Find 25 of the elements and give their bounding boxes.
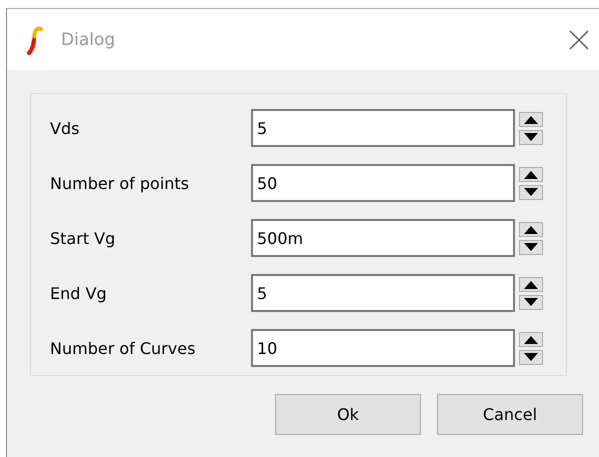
spin-down-icon[interactable] <box>519 130 543 144</box>
spin-up-icon[interactable] <box>519 112 543 126</box>
spin-up-icon[interactable] <box>519 222 543 236</box>
window-title: Dialog <box>61 30 116 50</box>
input-field[interactable]: 50 <box>251 164 515 202</box>
field-label: End Vg <box>50 284 108 302</box>
input-field[interactable]: 500m <box>251 219 515 257</box>
field-label: Number of points <box>50 174 190 192</box>
spin-down-icon[interactable] <box>519 240 543 254</box>
spin-down-icon[interactable] <box>519 294 543 310</box>
ok-button[interactable]: Ok <box>275 394 421 435</box>
field-label: Vds <box>50 118 80 138</box>
spin-down-icon[interactable] <box>519 350 543 364</box>
input-field[interactable]: 10 <box>251 329 515 367</box>
close-icon[interactable] <box>569 30 589 50</box>
input-field[interactable]: 5 <box>251 274 515 312</box>
spin-up-icon[interactable] <box>519 332 543 346</box>
app-logo-icon <box>27 24 43 54</box>
spin-up-icon[interactable] <box>519 276 543 292</box>
spin-up-icon[interactable] <box>519 166 543 182</box>
cancel-button[interactable]: Cancel <box>437 394 583 435</box>
input-field[interactable]: 5 <box>251 109 515 147</box>
spin-down-icon[interactable] <box>519 184 543 200</box>
field-label: Start Vg <box>50 228 116 248</box>
field-label: Number of Curves <box>50 338 196 358</box>
